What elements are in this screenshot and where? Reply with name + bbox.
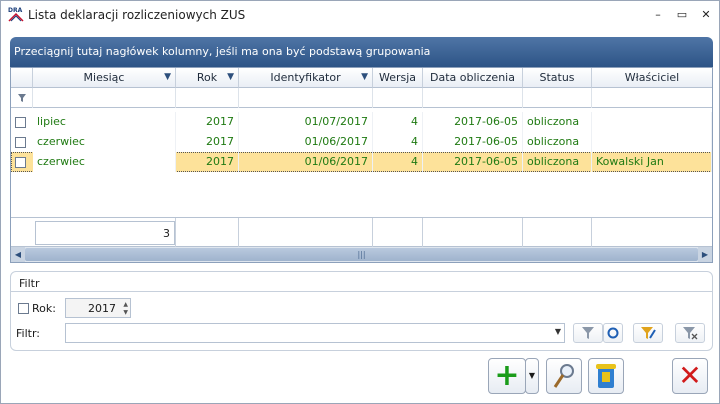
edit-button[interactable] xyxy=(546,358,582,394)
row-checkbox[interactable] xyxy=(15,137,26,148)
clear-filter-button[interactable] xyxy=(675,323,705,343)
header-status[interactable]: Status xyxy=(523,68,592,88)
close-window-button[interactable]: ✕ xyxy=(697,7,715,23)
rok-checkbox[interactable] xyxy=(18,303,29,314)
maximize-button[interactable]: ▭ xyxy=(673,7,691,23)
row-checkbox[interactable] xyxy=(15,117,26,128)
table-row-selected[interactable]: czerwiec 2017 01/06/2017 4 2017-06-05 ob… xyxy=(11,152,712,172)
trash-icon xyxy=(596,364,616,388)
filter-cell-wlasciciel[interactable] xyxy=(592,88,712,108)
app-logo-icon: DRA xyxy=(8,7,24,22)
refresh-filter-button[interactable] xyxy=(603,323,623,343)
spin-up-icon[interactable]: ▲ xyxy=(123,301,128,308)
header-miesiac[interactable]: Miesiąc ▼ xyxy=(33,68,176,88)
filter-cell-status[interactable] xyxy=(523,88,592,108)
add-button[interactable]: + xyxy=(488,358,526,394)
scroll-right-icon[interactable]: ▶ xyxy=(698,247,712,262)
spin-down-icon[interactable]: ▼ xyxy=(123,309,128,316)
header-wersja[interactable]: Wersja xyxy=(373,68,423,88)
row-checkbox[interactable] xyxy=(15,157,26,168)
filter-cell-rok[interactable] xyxy=(176,88,239,108)
funnel-icon xyxy=(582,327,594,339)
refresh-icon xyxy=(607,327,619,339)
close-icon: ✕ xyxy=(678,359,702,392)
filtr-combobox[interactable]: ▼ xyxy=(65,323,565,343)
filter-cell-miesiac[interactable] xyxy=(33,88,176,108)
sort-desc-icon: ▼ xyxy=(227,72,234,82)
grid-filter-row xyxy=(11,88,712,108)
table-row[interactable]: lipiec 2017 01/07/2017 4 2017-06-05 obli… xyxy=(11,112,712,132)
rok-label: Rok: xyxy=(32,302,56,315)
grid-summary-row: 3 xyxy=(11,217,712,248)
filter-cell-wersja[interactable] xyxy=(373,88,423,108)
group-hint-text: Przeciągnij tutaj nagłówek kolumny, jeśl… xyxy=(14,45,431,58)
filtr-label: Filtr: xyxy=(16,327,40,340)
scroll-left-icon[interactable]: ◀ xyxy=(11,247,25,262)
rok-stepper[interactable]: 2017 ▲ ▼ xyxy=(65,298,131,318)
advanced-filter-button[interactable] xyxy=(633,323,663,343)
header-data-obliczenia[interactable]: Data obliczenia xyxy=(423,68,523,88)
window-title: Lista deklaracji rozliczeniowych ZUS xyxy=(28,8,246,22)
svg-text:DRA: DRA xyxy=(8,7,23,14)
filter-section-title: Filtr xyxy=(19,277,40,290)
chevron-down-icon: ▼ xyxy=(528,371,536,380)
chevron-down-icon[interactable]: ▼ xyxy=(555,327,561,336)
group-by-panel[interactable]: Przeciągnij tutaj nagłówek kolumny, jeśl… xyxy=(10,37,713,67)
declarations-grid: Miesiąc ▼ Rok ▼ Identyfikator ▼ Wersja D… xyxy=(10,67,713,263)
main-window: DRA Lista deklaracji rozliczeniowych ZUS… xyxy=(0,0,720,404)
magnifier-icon xyxy=(553,364,574,388)
sort-desc-icon: ▼ xyxy=(361,72,368,82)
funnel-edit-icon xyxy=(641,327,656,339)
delete-button[interactable] xyxy=(588,358,624,394)
minimize-button[interactable]: – xyxy=(649,7,667,23)
header-rok[interactable]: Rok ▼ xyxy=(176,68,239,88)
funnel-clear-icon xyxy=(683,327,698,340)
filter-panel: Filtr Rok: 2017 ▲ ▼ Filtr: ▼ xyxy=(10,271,713,351)
horizontal-scrollbar[interactable]: ◀ ||| ▶ xyxy=(11,247,712,262)
add-dropdown-button[interactable]: ▼ xyxy=(525,358,539,394)
filter-cell-data[interactable] xyxy=(423,88,523,108)
header-identyfikator[interactable]: Identyfikator ▼ xyxy=(239,68,373,88)
apply-filter-button[interactable] xyxy=(573,323,603,343)
header-wlasciciel[interactable]: Właściciel xyxy=(592,68,712,88)
funnel-icon xyxy=(18,94,26,102)
scroll-thumb[interactable]: ||| xyxy=(25,248,698,261)
cancel-button[interactable]: ✕ xyxy=(672,358,708,394)
filter-cell-identyfikator[interactable] xyxy=(239,88,373,108)
title-bar: DRA Lista deklaracji rozliczeniowych ZUS… xyxy=(1,1,719,29)
row-count: 3 xyxy=(35,221,175,245)
filter-row-icon-cell[interactable] xyxy=(11,88,33,108)
header-check-column xyxy=(11,68,33,88)
plus-icon: + xyxy=(494,358,520,393)
table-row[interactable]: czerwiec 2017 01/06/2017 4 2017-06-05 ob… xyxy=(11,132,712,152)
rok-value: 2017 xyxy=(88,302,116,315)
sort-desc-icon: ▼ xyxy=(164,72,171,82)
